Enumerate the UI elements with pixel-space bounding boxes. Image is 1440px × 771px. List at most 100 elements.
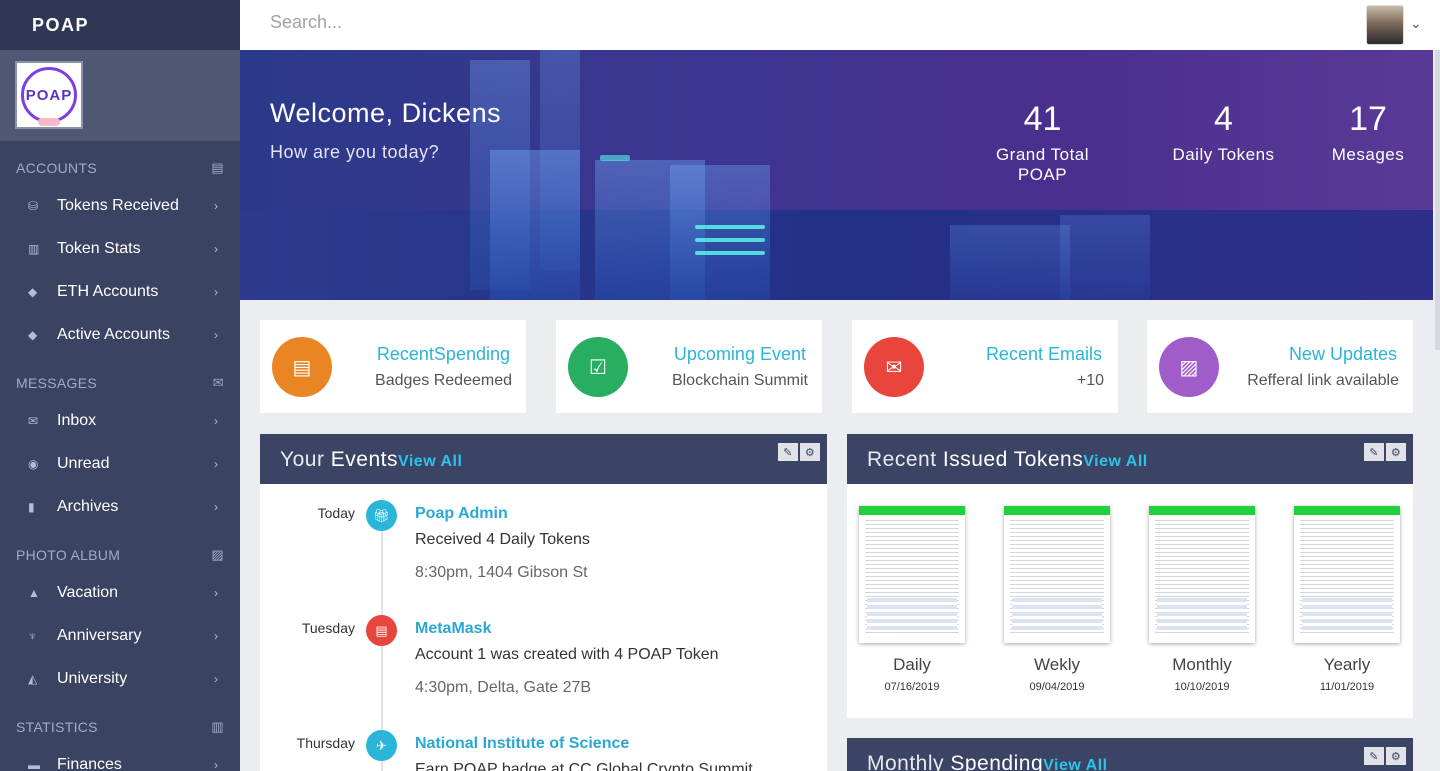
token-document-thumbnail[interactable] — [859, 506, 965, 643]
stat-value: 4 — [1214, 100, 1233, 138]
token-document-thumbnail[interactable] — [1004, 506, 1110, 643]
info-card-title: RecentSpending — [377, 344, 510, 365]
file-image-icon: ▨ — [1159, 337, 1219, 397]
search-input[interactable] — [270, 12, 870, 33]
chevron-right-icon: › — [214, 327, 218, 342]
sidebar-item-tokens-received[interactable]: ⛁ Tokens Received › — [0, 184, 240, 227]
info-card-new-updates[interactable]: ▨ New Updates Refferal link available — [1147, 320, 1413, 413]
token-item-weekly[interactable]: Wekly 09/04/2019 — [1004, 506, 1110, 693]
user-avatar[interactable] — [1366, 5, 1404, 45]
sidebar-item-unread[interactable]: ◉ Unread › — [0, 442, 240, 485]
edit-icon[interactable]: ✎ — [778, 443, 798, 461]
info-card-recent-spending[interactable]: ▤ RecentSpending Badges Redeemed — [260, 320, 526, 413]
gear-icon[interactable]: ⚙ — [1386, 747, 1406, 765]
graduation-cap-icon: ◭ — [28, 671, 38, 686]
token-item-yearly[interactable]: Yearly 11/01/2019 — [1294, 506, 1400, 693]
token-date: 11/01/2019 — [1319, 681, 1375, 693]
calendar-check-icon: ☑ — [568, 337, 628, 397]
info-card-title-b: Event — [759, 344, 806, 364]
info-card-recent-emails[interactable]: ✉ Recent Emails +10 — [852, 320, 1118, 413]
sidebar-item-label: Inbox — [57, 411, 97, 429]
book-icon: ▤ — [366, 615, 397, 646]
banner-tower — [670, 165, 770, 300]
gear-icon[interactable]: ⚙ — [800, 443, 820, 461]
envelope-icon: ✉ — [28, 413, 39, 428]
event-meta: 4:30pm, Delta, Gate 27B — [415, 679, 592, 696]
stat-value: 17 — [1349, 100, 1387, 138]
panel-tools: ✎ ⚙ — [1364, 747, 1406, 765]
welcome-greeting: Welcome, — [270, 98, 394, 128]
document-icon: ▤ — [272, 337, 332, 397]
info-card-title: Recent Emails — [986, 344, 1102, 365]
info-card-title-a: Recent — [376, 344, 434, 364]
sidebar-item-finances[interactable]: ▬ Finances › — [0, 743, 240, 771]
ethereum-icon: ◆ — [28, 284, 38, 299]
event-title[interactable]: Poap Admin — [415, 505, 508, 523]
panel-title-b: Issued Tokens — [942, 448, 1084, 471]
token-date: 07/16/2019 — [884, 681, 940, 693]
event-title[interactable]: MetaMask — [415, 620, 491, 638]
eye-icon: ◉ — [28, 456, 39, 471]
section-title-photo-album: PHOTO ALBUM ▨ — [0, 528, 240, 571]
info-card-title-b: Spending — [433, 344, 510, 364]
token-document-thumbnail[interactable] — [1294, 506, 1400, 643]
chevron-right-icon: › — [214, 628, 218, 643]
sidebar-item-vacation[interactable]: ▲ Vacation › — [0, 571, 240, 614]
view-all-link[interactable]: View All — [1083, 453, 1147, 470]
sidebar-item-label: Token Stats — [57, 239, 141, 257]
event-title[interactable]: National Institute of Science — [415, 735, 629, 753]
sidebar: POAP POAP ACCOUNTS ▤ ⛁ Tokens Received ›… — [0, 0, 240, 771]
view-all-link[interactable]: View All — [398, 453, 462, 470]
panel-title-a: Your — [280, 448, 331, 471]
sidebar-item-inbox[interactable]: ✉ Inbox › — [0, 399, 240, 442]
stat-label: Mesages — [1331, 145, 1405, 164]
sidebar-item-anniversary[interactable]: ♆ Anniversary › — [0, 614, 240, 657]
welcome-user: Dickens — [401, 98, 502, 128]
token-item-monthly[interactable]: Monthly 10/10/2019 — [1149, 506, 1255, 693]
sidebar-item-token-stats[interactable]: ▥ Token Stats › — [0, 227, 240, 270]
stat-label: Daily Tokens — [1172, 145, 1275, 164]
panel-tools: ✎ ⚙ — [1364, 443, 1406, 461]
view-all-link[interactable]: View All — [1043, 757, 1107, 771]
info-card-upcoming-event[interactable]: ☑ Upcoming Event Blockchain Summit — [556, 320, 822, 413]
banner-glow — [695, 225, 765, 229]
events-panel: Your EventsView All ✎ ⚙ Today 🎁︎ Poap Ad… — [260, 434, 827, 771]
stat-daily-tokens: 4 Daily Tokens — [1170, 100, 1277, 165]
stat-label: Grand Total POAP — [995, 145, 1090, 184]
edit-icon[interactable]: ✎ — [1364, 443, 1384, 461]
chevron-down-icon[interactable]: ⌄ — [1410, 15, 1422, 32]
event-day: Today — [317, 505, 355, 521]
sidebar-item-archives[interactable]: ▮ Archives › — [0, 485, 240, 528]
sidebar-item-active-accounts[interactable]: ◆ Active Accounts › — [0, 313, 240, 356]
chevron-right-icon: › — [214, 671, 218, 686]
welcome-heading: Welcome, Dickens — [270, 98, 501, 129]
welcome-subtitle: How are you today? — [270, 142, 440, 162]
coins-icon: ⛁ — [28, 198, 39, 213]
sidebar-item-eth-accounts[interactable]: ◆ ETH Accounts › — [0, 270, 240, 313]
banner-glow — [695, 251, 765, 255]
tokens-panel-header: Recent Issued TokensView All ✎ ⚙ — [847, 434, 1413, 484]
sidebar-item-university[interactable]: ◭ University › — [0, 657, 240, 700]
poap-logo[interactable]: POAP — [15, 61, 83, 129]
bar-chart-icon: ▥ — [28, 241, 40, 256]
brand-name[interactable]: POAP — [0, 0, 240, 50]
section-title-label: MESSAGES — [16, 375, 97, 391]
page-scrollbar[interactable] — [1435, 50, 1440, 350]
banner-band — [240, 210, 1433, 300]
token-item-daily[interactable]: Daily 07/16/2019 — [859, 506, 965, 693]
info-card-title-a: Upcoming — [673, 344, 760, 364]
profile-area: POAP — [0, 50, 240, 141]
sidebar-item-label: Active Accounts — [57, 325, 170, 343]
panel-tools: ✎ ⚙ — [778, 443, 820, 461]
info-card-title-b: Updates — [1329, 344, 1397, 364]
token-label: Yearly — [1323, 655, 1371, 674]
token-document-thumbnail[interactable] — [1149, 506, 1255, 643]
banner-tower — [1060, 215, 1150, 300]
edit-icon[interactable]: ✎ — [1364, 747, 1384, 765]
info-card-title-a: Recent — [985, 344, 1048, 364]
gear-icon[interactable]: ⚙ — [1386, 443, 1406, 461]
panel-title-a: Recent — [867, 448, 943, 471]
sidebar-item-label: Tokens Received — [57, 196, 179, 214]
chevron-right-icon: › — [214, 757, 218, 771]
envelope-icon: ✉ — [864, 337, 924, 397]
